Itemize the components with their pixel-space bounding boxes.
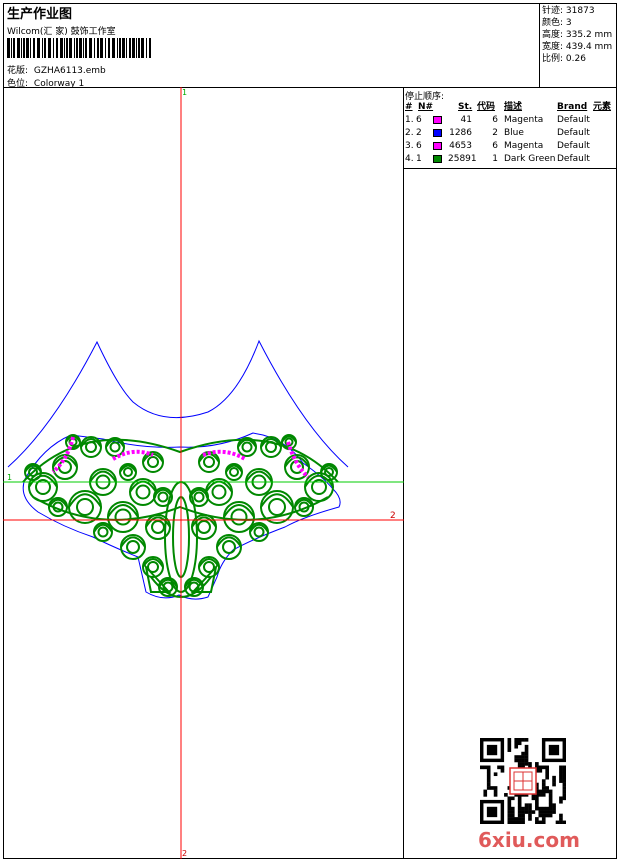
color-swatch	[433, 155, 442, 163]
cell-code: 2	[492, 128, 498, 138]
axis-label-h-right: 2	[390, 511, 396, 521]
cell-num: 1.	[405, 115, 414, 125]
table-row: 2. 2 1286 2 Blue Default	[404, 127, 618, 140]
table-row: 4. 1 25891 1 Dark Green Default	[404, 153, 618, 166]
color-swatch	[433, 116, 442, 124]
col-desc: 描述	[504, 102, 523, 112]
cell-st: 4653	[449, 141, 472, 151]
embroidery-design: 1 2 1 2	[3, 87, 404, 859]
col-st: St.	[458, 102, 473, 112]
stat-colors: 颜色: 3	[542, 18, 572, 28]
color-swatch	[433, 142, 442, 150]
col-num: #	[405, 102, 413, 112]
axis-label-h-left: 1	[7, 473, 12, 482]
company-name: Wilcom(汇 家) 鼓饰工作室	[7, 27, 116, 37]
cell-desc: Blue	[504, 128, 524, 138]
color-swatch	[433, 129, 442, 137]
stats-list: 针迹: 31873 颜色: 3 高度: 335.2 mm 宽度: 439.4 m…	[542, 5, 612, 65]
table-row: 3. 6 4653 6 Magenta Default	[404, 140, 618, 153]
col-element: 元素	[593, 102, 612, 112]
cell-desc: Magenta	[504, 115, 544, 125]
cell-n: 1	[416, 154, 422, 164]
stop-sequence-table: # N# St. 代码 描述 Brand 元素 1. 6 41 6 Magenta Def…	[404, 101, 618, 167]
table-header-row: # N# St. 代码 描述 Brand 元素	[404, 101, 618, 114]
barcode-image	[7, 38, 151, 58]
cell-desc: Magenta	[504, 141, 544, 151]
cell-code: 1	[492, 154, 498, 164]
watermark-site: 6xiu.com	[478, 828, 580, 852]
cell-st: 25891	[448, 154, 477, 164]
stat-height: 高度: 335.2 mm	[542, 30, 613, 40]
cell-num: 3.	[405, 141, 414, 151]
cell-st: 41	[460, 115, 472, 125]
design-label: 花版:	[7, 66, 29, 76]
axis-label-v-bottom: 2	[182, 849, 187, 858]
cell-brand: Default	[557, 141, 590, 151]
cell-n: 6	[416, 115, 422, 125]
cell-num: 4.	[405, 154, 414, 164]
stat-width: 宽度: 439.4 mm	[542, 42, 613, 52]
cell-n: 6	[416, 141, 422, 151]
col-brand: Brand	[557, 102, 588, 112]
cell-code: 6	[492, 141, 498, 151]
design-file: GZHA6113.emb	[33, 66, 106, 76]
page-title: 生产作业图	[7, 7, 73, 22]
col-n: N#	[418, 102, 434, 112]
cell-desc: Dark Green	[504, 154, 556, 164]
cell-brand: Default	[557, 128, 590, 138]
cell-code: 6	[492, 115, 498, 125]
design-file-row: 花版: GZHA6113.emb	[7, 63, 106, 76]
stat-stitches: 针迹: 31873	[542, 6, 595, 16]
axis-label-v-top: 1	[182, 88, 187, 97]
cell-brand: Default	[557, 154, 590, 164]
outline-left-curve	[7, 339, 349, 468]
cell-st: 1286	[449, 128, 472, 138]
cell-num: 2.	[405, 128, 414, 138]
col-code: 代码	[477, 102, 496, 112]
stat-scale: 比例: 0.26	[542, 54, 586, 64]
table-row: 1. 6 41 6 Magenta Default	[404, 114, 618, 127]
qr-code	[480, 738, 566, 824]
cell-n: 2	[416, 128, 422, 138]
cell-brand: Default	[557, 115, 590, 125]
